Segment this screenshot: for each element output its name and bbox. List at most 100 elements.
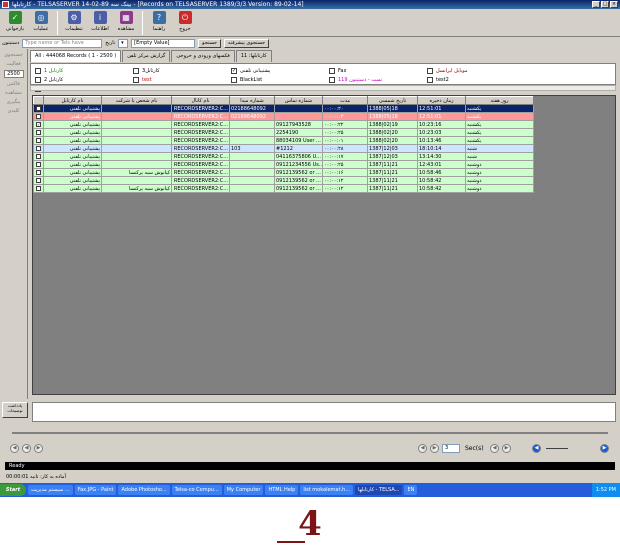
taskbar-item[interactable]: سیستم مدیریت ... [28, 485, 73, 495]
column-header[interactable]: شماره مبدا [229, 96, 275, 105]
forward-icon[interactable]: ▶ [430, 444, 439, 453]
table-row[interactable]: پشتیبانی تلفنی RECORDSERVER2:C... 103 #1212… [33, 144, 534, 153]
row-checkbox[interactable] [36, 114, 41, 119]
tab-item[interactable]: گزارش مرکز تلفن [122, 50, 171, 62]
empty-value-field[interactable]: [Empty Value] [131, 38, 196, 48]
horizontal-scrollbar[interactable] [30, 85, 616, 91]
row-checkbox-cell[interactable] [33, 136, 44, 145]
table-row[interactable]: پشتیبانی تلفنی RECORDSERVER2:C... 04116375… [33, 152, 534, 161]
row-checkbox-cell[interactable] [33, 152, 44, 161]
table-row[interactable]: پشتیبانی تلفنی کیانوش سیه پرکنسا RECORDSER… [33, 184, 534, 193]
side-panel-item[interactable]: فاکس [0, 81, 27, 87]
checkbox[interactable] [329, 67, 335, 74]
taskbar-item[interactable]: My Computer [223, 485, 264, 495]
checkbox[interactable] [133, 67, 139, 74]
start-button[interactable]: Start [0, 484, 26, 496]
side-panel-item[interactable]: کلیدی [0, 108, 27, 114]
taskbar-item[interactable]: کارتابلها - TELSA... [354, 485, 403, 495]
row-checkbox-cell[interactable] [33, 128, 44, 137]
seconds-input[interactable]: 3 [442, 444, 460, 453]
row-checkbox-cell[interactable] [33, 104, 44, 113]
side-panel-item[interactable]: 2500 [3, 70, 24, 78]
volume-slider[interactable] [546, 448, 568, 449]
cartable-checkbox[interactable]: BlackList [231, 75, 329, 84]
column-header[interactable]: تاریخ شمسی [367, 96, 418, 105]
cartable-checkbox[interactable]: test [133, 75, 231, 84]
cartable-checkbox[interactable]: موبایل ایرانسل [427, 66, 525, 75]
toolbar-button[interactable]: ◎ عملیات [28, 9, 54, 37]
date-dropdown[interactable]: ▾ [118, 38, 129, 48]
column-header[interactable]: نام کانال [171, 96, 230, 105]
column-header[interactable]: روز هفته [465, 96, 534, 105]
side-panel-item[interactable]: جستجوی [0, 52, 27, 58]
back-icon[interactable]: ◀ [418, 444, 427, 453]
checkbox[interactable] [427, 67, 433, 74]
column-header[interactable]: نام شخص یا شرکت [101, 96, 172, 105]
row-checkbox-cell[interactable] [33, 176, 44, 185]
toolbar-button[interactable]: ▦ مشاهده [113, 9, 139, 37]
tab-item[interactable]: فکسهای ورودی و خروجی [171, 50, 235, 62]
row-checkbox-cell[interactable] [33, 184, 44, 193]
play-forward-icon[interactable]: ▶ [502, 444, 511, 453]
row-checkbox[interactable] [36, 146, 41, 151]
notes-button[interactable]: یادداشت توضیحات [2, 402, 28, 418]
advanced-search-button[interactable]: جستجوی پیشرفته [224, 38, 270, 48]
row-checkbox[interactable] [36, 170, 41, 175]
column-header[interactable] [33, 96, 44, 105]
row-checkbox-cell[interactable] [33, 144, 44, 153]
table-row[interactable]: پشتیبانی تلفنی RECORDSERVER2:C... 2254190 ۰… [33, 128, 534, 137]
row-checkbox-cell[interactable] [33, 112, 44, 121]
cartable-checkbox[interactable]: کارتابل3 [133, 66, 231, 75]
table-row[interactable]: پشتیبانی تلفنی RECORDSERVER2:C... 02188648… [33, 112, 534, 121]
checkbox[interactable] [231, 76, 237, 83]
side-panel-item[interactable]: پیگیری [0, 99, 27, 105]
toolbar-button[interactable]: ⏻ خروج [172, 9, 198, 37]
cartable-checkbox[interactable]: ✓ پشتیبانی تلفنی [231, 66, 329, 75]
side-panel-item[interactable]: مشاهده [0, 90, 27, 96]
column-header[interactable]: زمان ذخیره [417, 96, 466, 105]
row-checkbox[interactable] [36, 106, 41, 111]
prev-icon[interactable]: ◀ [22, 444, 31, 453]
toolbar-button[interactable]: i اطلاعات [87, 9, 113, 37]
table-row[interactable]: ✓ پشتیبانی تلفنی RECORDSERVER2:C... 0912794… [33, 120, 534, 129]
maximize-button[interactable]: □ [601, 1, 609, 8]
column-header[interactable]: نام کارتابل [43, 96, 102, 105]
play-icon[interactable]: ▶ [600, 444, 609, 453]
cartable-checkbox[interactable]: Fax [329, 66, 427, 75]
table-row[interactable]: پشتیبانی تلفنی RECORDSERVER2:C... 09121234… [33, 160, 534, 169]
cartable-checkbox[interactable]: تست - دستیتون 119 [329, 75, 427, 84]
row-checkbox[interactable] [36, 154, 41, 159]
checkbox[interactable] [35, 67, 41, 74]
checkbox[interactable] [427, 76, 433, 83]
cartable-checkbox[interactable]: test2 [427, 75, 525, 84]
table-row[interactable]: پشتیبانی تلفنی کیانوش سیه پرکنسا RECORDSER… [33, 168, 534, 177]
taskbar-item[interactable]: list mokalemat.h... [300, 485, 353, 495]
checkbox[interactable] [329, 76, 335, 83]
cartable-checkbox[interactable]: کارتابل 2 [35, 75, 133, 84]
column-header[interactable]: مدت [322, 96, 368, 105]
row-checkbox[interactable] [36, 162, 41, 167]
taskbar-item[interactable]: Telsa-co Compu... [171, 485, 222, 495]
row-checkbox[interactable] [36, 178, 41, 183]
side-panel-item[interactable]: فعالیت [0, 61, 27, 67]
row-checkbox[interactable]: ✓ [36, 122, 41, 127]
table-row[interactable]: پشتیبانی تلفنی RECORDSERVER2:C... 02188648… [33, 104, 534, 113]
playback-track[interactable] [12, 432, 608, 434]
tab-item[interactable]: کارتابلها: 11 [235, 50, 272, 62]
checkbox[interactable]: ✓ [231, 67, 237, 74]
play-back-icon[interactable]: ◀ [490, 444, 499, 453]
row-checkbox-cell[interactable] [33, 168, 44, 177]
row-checkbox-cell[interactable]: ✓ [33, 120, 44, 129]
row-checkbox[interactable] [36, 130, 41, 135]
search-input[interactable]: Type name or Tels have [22, 38, 103, 48]
table-row[interactable]: پشتیبانی تلفنی RECORDSERVER2:C... 88034109… [33, 136, 534, 145]
next-icon[interactable]: ▶ [34, 444, 43, 453]
tab-item[interactable]: All : 444068 Records ( 1 - 2500 ) [30, 50, 122, 62]
row-checkbox[interactable] [36, 186, 41, 191]
cartable-checkbox[interactable]: کارتابل 1 [35, 66, 133, 75]
taskbar-item[interactable]: Adobe Photosho... [118, 485, 170, 495]
checkbox[interactable] [133, 76, 139, 83]
taskbar-item[interactable]: HTML Help [265, 485, 299, 495]
toolbar-button[interactable]: ✓ بازخوانی [2, 9, 28, 37]
close-button[interactable]: × [610, 1, 618, 8]
